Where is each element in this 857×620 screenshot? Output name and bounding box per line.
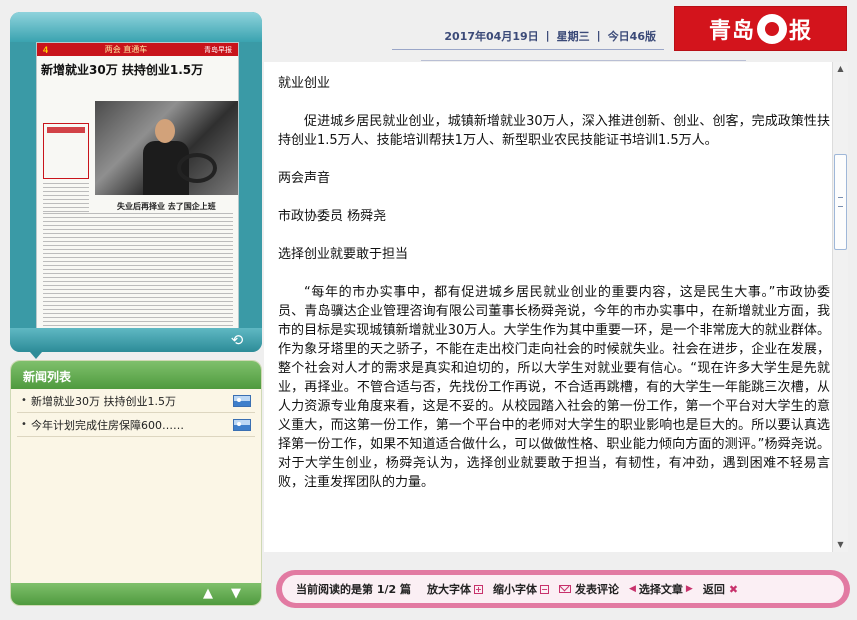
news-item-label: 新增就业30万 扶持创业1.5万 [31, 394, 176, 408]
comment-label: 发表评论 [574, 583, 619, 596]
choose-article-button[interactable]: ◀ 选择文章 ▶ [629, 581, 693, 597]
bullet-icon: • [21, 395, 27, 406]
refresh-icon[interactable]: ⟲ [226, 331, 248, 349]
zoom-in-label: 放大字体 [426, 583, 471, 596]
minus-icon: − [539, 584, 549, 594]
news-item-label: 今年计划完成住房保障600…… [31, 418, 184, 432]
issue-date: 2017年04月19日 [444, 29, 539, 43]
thumbnail-subhead: 失业后再择业 去了国企上班 [117, 202, 216, 211]
issue-weekday: 星期三 [556, 29, 590, 43]
news-list-panel: 新闻列表 • 新增就业30万 扶持创业1.5万 • 今年计划完成住房保障600…… ▲… [10, 360, 262, 606]
reading-toolbar-inner: 当前阅读的是第 1/2 篇 放大字体 + 缩小字体 − 发表评论 ◀ 选择文章 … [282, 575, 844, 603]
plus-icon: + [473, 584, 483, 594]
article-paragraph: 市政协委员 杨舜尧 [278, 209, 387, 224]
envelope-icon [558, 585, 571, 593]
arrow-left-icon: ◀ [628, 584, 636, 594]
thumbnail-photo [95, 101, 238, 195]
thumbnail-section: 两会 直通车 [104, 45, 148, 54]
news-list-title: 新闻列表 [11, 361, 261, 389]
zoom-out-label: 缩小字体 [492, 583, 537, 596]
arrow-up-icon[interactable]: ▲ [199, 586, 217, 602]
article-paragraph: 促进城乡居民就业创业，城镇新增就业30万人，深入推进创新、创业、创客，完成政策性… [278, 114, 830, 148]
choose-article-label: 选择文章 [638, 583, 683, 596]
zoom-out-button[interactable]: 缩小字体 − [493, 581, 549, 597]
logo-mark-icon [757, 13, 787, 44]
thumbnail-top-strip [10, 12, 262, 42]
back-button[interactable]: 返回 ✖ [703, 581, 738, 597]
panel-pointer [30, 352, 42, 359]
article-container: 就业创业促进城乡居民就业创业，城镇新增就业30万人，深入推进创新、创业、创客，完… [264, 62, 848, 552]
newspaper-page-thumbnail[interactable]: 4 两会 直通车 青岛早报 新增就业30万 扶持创业1.5万 失业后再择业 去了… [36, 42, 239, 338]
page-root: 4 两会 直通车 青岛早报 新增就业30万 扶持创业1.5万 失业后再择业 去了… [0, 0, 857, 620]
news-list-item[interactable]: • 今年计划完成住房保障600…… [17, 413, 255, 437]
logo-text-right: 报 [789, 18, 813, 44]
thumbnail-sidebar-box [43, 123, 89, 179]
article-paragraph: 选择创业就要敢于担当 [278, 247, 409, 262]
close-icon: ✖ [728, 582, 739, 596]
date-bar: 2017年04月19日 | 星期三 | 今日46版 [392, 22, 664, 50]
thumbnail-bottom-strip: ⟲ [10, 328, 262, 352]
thumbnail-headline: 新增就业30万 扶持创业1.5万 [41, 63, 204, 77]
newspaper-logo[interactable]: 青岛 报 [674, 6, 847, 51]
back-label: 返回 [702, 583, 725, 596]
thumbnail-text-columns [43, 213, 233, 333]
thumbnail-text-block [43, 183, 89, 213]
thumbnail-brand: 青岛早报 [204, 45, 232, 54]
news-list-item[interactable]: • 新增就业30万 扶持创业1.5万 [17, 389, 255, 413]
scroll-up-icon[interactable]: ▲ [833, 62, 848, 76]
header-divider [421, 60, 746, 61]
comment-button[interactable]: 发表评论 [558, 581, 619, 597]
issue-edition: 今日46版 [607, 29, 656, 43]
reading-position: 当前阅读的是第 1/2 篇 [296, 583, 411, 596]
article-paragraph: 两会声音 [278, 171, 331, 186]
arrow-right-icon: ▶ [685, 584, 693, 594]
image-icon[interactable] [233, 394, 251, 407]
article-paragraph: “每年的市办实事中，都有促进城乡居民就业创业的重要内容，这是民生大事。”市政协委… [278, 285, 830, 490]
news-list-footer: ▲ ▼ [11, 583, 261, 605]
zoom-in-button[interactable]: 放大字体 + [427, 581, 483, 597]
article-body: 就业创业促进城乡居民就业创业，城镇新增就业30万人，深入推进创新、创业、创客，完… [278, 74, 830, 548]
bullet-icon: • [21, 419, 27, 430]
thumbnail-page-number: 4 [43, 44, 49, 55]
news-list: • 新增就业30万 扶持创业1.5万 • 今年计划完成住房保障600…… [11, 389, 261, 437]
logo-text-left: 青岛 [708, 18, 755, 44]
article-scrollbar[interactable]: ▲ ▼ [832, 62, 848, 552]
thumbnail-page-header: 4 两会 直通车 青岛早报 [37, 43, 238, 56]
scrollbar-thumb[interactable] [834, 154, 847, 250]
image-icon[interactable] [233, 418, 251, 431]
article-paragraph: 就业创业 [278, 76, 331, 91]
arrow-down-icon[interactable]: ▼ [227, 586, 245, 602]
scroll-down-icon[interactable]: ▼ [833, 538, 848, 552]
reading-toolbar: 当前阅读的是第 1/2 篇 放大字体 + 缩小字体 − 发表评论 ◀ 选择文章 … [276, 570, 850, 608]
page-thumbnail-panel: 4 两会 直通车 青岛早报 新增就业30万 扶持创业1.5万 失业后再择业 去了… [10, 12, 262, 352]
